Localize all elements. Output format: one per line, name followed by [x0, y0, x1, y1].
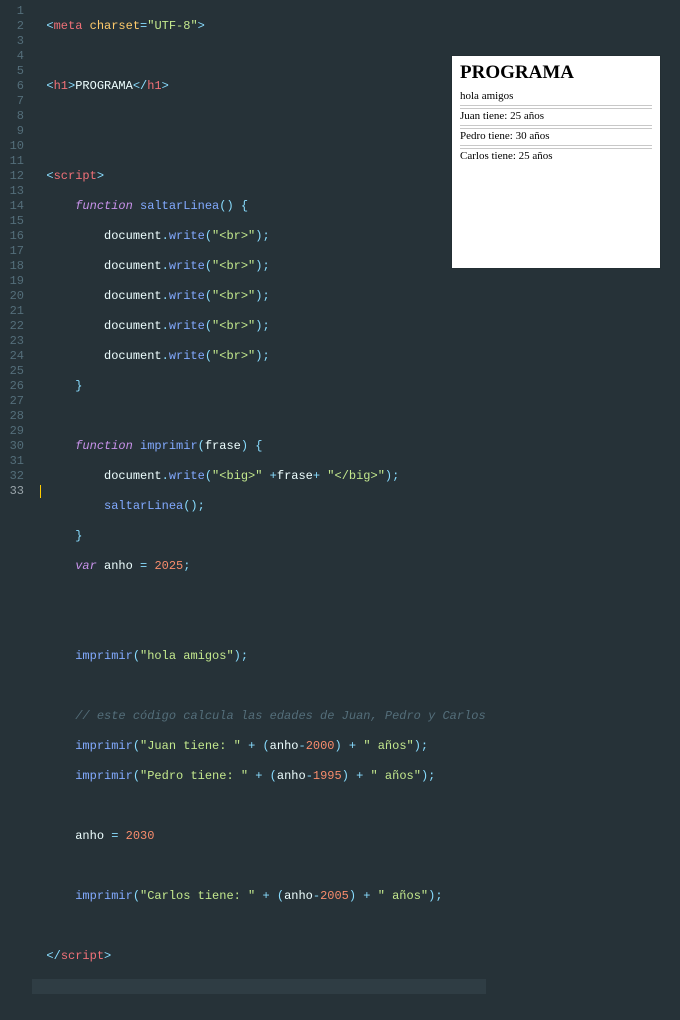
- preview-divider: [460, 108, 652, 109]
- line-number: 28: [4, 409, 24, 424]
- line-number: 30: [4, 439, 24, 454]
- line-number: 16: [4, 229, 24, 244]
- preview-text: Carlos tiene: 25 años: [460, 150, 652, 162]
- code-area[interactable]: <meta charset="UTF-8"> <h1>PROGRAMA</h1>…: [32, 0, 486, 510]
- line-number: 7: [4, 94, 24, 109]
- line-number: 25: [4, 364, 24, 379]
- line-number: 1: [4, 4, 24, 19]
- preview-divider: [460, 125, 652, 126]
- preview-divider: [460, 148, 652, 149]
- line-number: 8: [4, 109, 24, 124]
- line-number: 14: [4, 199, 24, 214]
- browser-preview-pane: PROGRAMA hola amigos Juan tiene: 25 años…: [452, 56, 660, 268]
- line-number: 11: [4, 154, 24, 169]
- line-number: 12: [4, 169, 24, 184]
- line-number-active: 33: [4, 484, 24, 499]
- line-number-gutter: 1 2 3 4 5 6 7 8 9 10 11 12 13 14 15 16 1…: [0, 0, 32, 510]
- line-number: 6: [4, 79, 24, 94]
- preview-text: hola amigos: [460, 90, 652, 102]
- preview-divider: [460, 128, 652, 129]
- line-number: 10: [4, 139, 24, 154]
- line-number: 23: [4, 334, 24, 349]
- line-number: 32: [4, 469, 24, 484]
- line-number: 21: [4, 304, 24, 319]
- preview-text: Juan tiene: 25 años: [460, 110, 652, 122]
- line-number: 3: [4, 34, 24, 49]
- line-number: 22: [4, 319, 24, 334]
- line-number: 9: [4, 124, 24, 139]
- line-number: 31: [4, 454, 24, 469]
- line-number: 27: [4, 394, 24, 409]
- line-number: 13: [4, 184, 24, 199]
- line-number: 29: [4, 424, 24, 439]
- line-number: 24: [4, 349, 24, 364]
- text-cursor: [40, 485, 41, 498]
- line-number: 15: [4, 214, 24, 229]
- line-number: 18: [4, 259, 24, 274]
- line-number: 26: [4, 379, 24, 394]
- line-number: 5: [4, 64, 24, 79]
- line-number: 2: [4, 19, 24, 34]
- preview-divider: [460, 105, 652, 106]
- line-number: 19: [4, 274, 24, 289]
- line-number: 20: [4, 289, 24, 304]
- line-number: 4: [4, 49, 24, 64]
- preview-heading: PROGRAMA: [460, 62, 652, 84]
- preview-divider: [460, 145, 652, 146]
- line-number: 17: [4, 244, 24, 259]
- preview-text: Pedro tiene: 30 años: [460, 130, 652, 142]
